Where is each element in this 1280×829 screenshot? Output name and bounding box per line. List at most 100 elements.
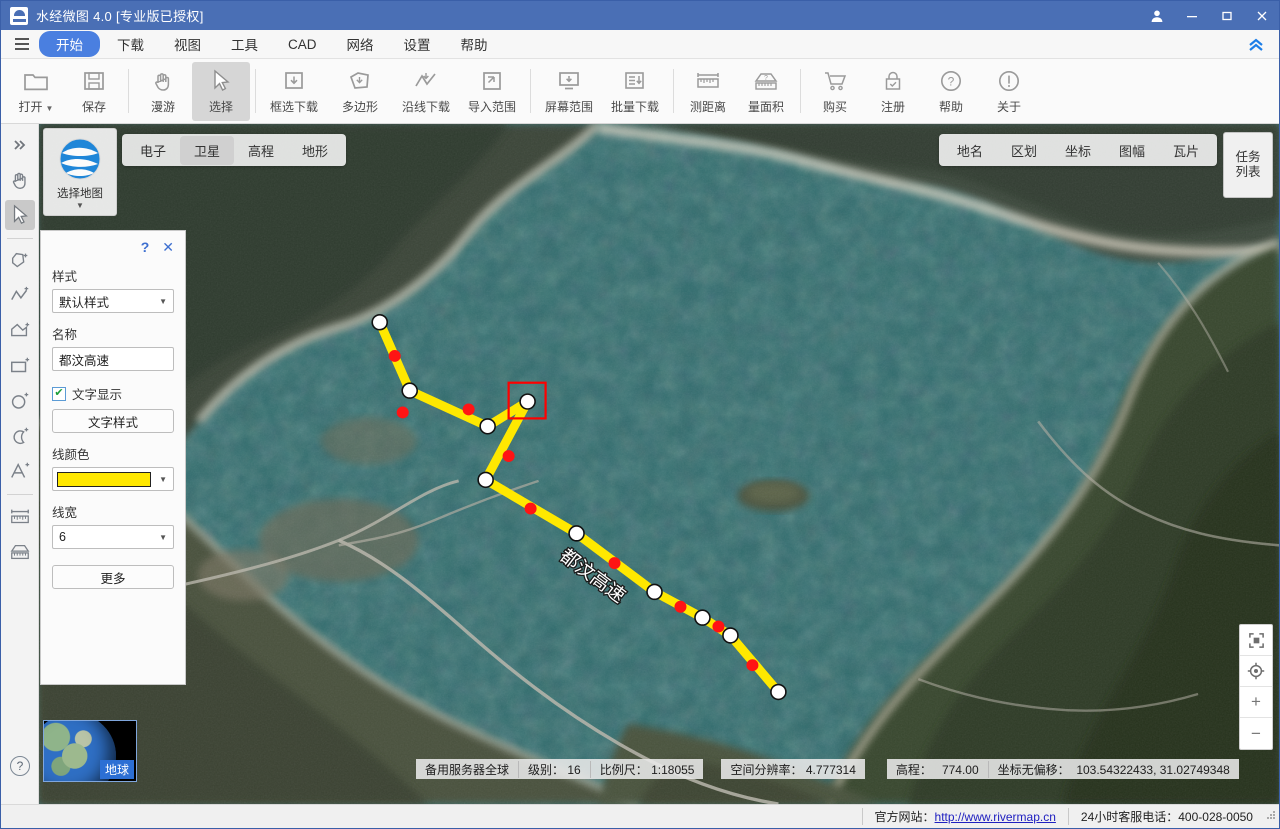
info-circle-icon <box>997 68 1021 95</box>
footer-bar: 官方网站：http://www.rivermap.cn 24小时客服电话：400… <box>1 804 1279 828</box>
resize-grip[interactable] <box>1265 810 1279 823</box>
fullscreen-button[interactable] <box>1240 625 1272 656</box>
menu-item-network[interactable]: 网络 <box>334 31 387 57</box>
ribbon-measure-area-button[interactable]: ? 量面积 <box>737 62 795 121</box>
overlay-layer-tabs: 地名 区划 坐标 图幅 瓦片 <box>938 134 1217 166</box>
official-site: 官方网站：http://www.rivermap.cn <box>861 808 1068 825</box>
ribbon-help-button[interactable]: ? 帮助 <box>922 62 980 121</box>
toolbar-divider <box>6 494 33 495</box>
expand-right-icon[interactable] <box>5 130 35 160</box>
ribbon-separator <box>673 69 674 113</box>
chevron-down-icon: ▼ <box>76 201 84 210</box>
add-polygon-tool[interactable] <box>5 246 35 276</box>
menu-item-tools[interactable]: 工具 <box>218 31 271 57</box>
ribbon-register-label: 注册 <box>880 99 905 114</box>
map-controls: + − <box>1239 624 1273 750</box>
menu-item-cad[interactable]: CAD <box>275 34 330 55</box>
text-display-label: 文字显示 <box>72 388 123 402</box>
text-display-checkbox-row[interactable]: 文字显示 <box>52 384 174 403</box>
text-display-checkbox[interactable] <box>52 386 66 401</box>
tab-map-sheets[interactable]: 图幅 <box>1105 136 1159 165</box>
user-icon[interactable] <box>1139 1 1174 30</box>
globe-earth-icon <box>59 138 101 180</box>
ribbon-about-button[interactable]: 关于 <box>980 62 1038 121</box>
ribbon-rect-download-button[interactable]: 框选下载 <box>261 62 327 121</box>
pan-tool[interactable] <box>5 165 35 195</box>
tab-elevation[interactable]: 高程 <box>234 136 288 165</box>
measure-area-tool[interactable] <box>5 537 35 567</box>
ribbon-pan-button[interactable]: 漫游 <box>134 62 192 121</box>
menu-item-start[interactable]: 开始 <box>39 31 100 57</box>
svg-text:?: ? <box>948 75 955 89</box>
tab-tiles[interactable]: 瓦片 <box>1159 136 1213 165</box>
text-style-button[interactable]: 文字样式 <box>52 409 174 433</box>
tab-electronic[interactable]: 电子 <box>126 136 180 165</box>
ribbon-measure-distance-label: 测距离 <box>689 99 726 114</box>
ribbon-polygon-button[interactable]: 多边形 <box>327 62 393 121</box>
ribbon-open-button[interactable]: 打开 ▼ <box>7 62 65 121</box>
hamburger-icon[interactable] <box>7 30 37 59</box>
app-title: 水经微图 4.0 [专业版已授权] <box>36 9 204 24</box>
style-label: 样式 <box>52 270 78 284</box>
ribbon-measure-area-label: 量面积 <box>747 99 784 114</box>
satellite-map-canvas[interactable]: 都汶高速 <box>39 124 1279 804</box>
tab-coordinates[interactable]: 坐标 <box>1051 136 1105 165</box>
measure-distance-tool[interactable] <box>5 502 35 532</box>
app-logo-icon <box>10 6 28 25</box>
panel-help-button[interactable]: ? <box>141 239 150 255</box>
minimize-icon[interactable] <box>1174 1 1209 30</box>
ribbon-screen-range-button[interactable]: 屏幕范围 <box>536 62 602 121</box>
ribbon-separator <box>800 69 801 113</box>
zoom-out-button[interactable]: − <box>1240 718 1272 749</box>
line-width-select[interactable]: 6 ▼ <box>52 525 174 549</box>
ribbon-select-label: 选择 <box>208 99 233 114</box>
menu-item-help[interactable]: 帮助 <box>448 31 501 57</box>
ribbon-separator <box>255 69 256 113</box>
panel-close-button[interactable]: ✕ <box>162 240 174 254</box>
menu-item-download[interactable]: 下载 <box>104 31 157 57</box>
menu-item-settings[interactable]: 设置 <box>391 31 444 57</box>
ribbon-polyline-download-button[interactable]: 沿线下载 <box>393 62 459 121</box>
globe-thumbnail[interactable]: 地球 <box>43 720 137 782</box>
ribbon-import-range-button[interactable]: 导入范围 <box>459 62 525 121</box>
zoom-in-button[interactable]: + <box>1240 687 1272 718</box>
add-rectangle-tool[interactable] <box>5 351 35 381</box>
name-label: 名称 <box>52 328 78 342</box>
official-site-link[interactable]: http://www.rivermap.cn <box>935 810 1056 824</box>
menu-item-view[interactable]: 视图 <box>161 31 214 57</box>
ribbon-save-button[interactable]: 保存 <box>65 62 123 121</box>
ribbon-buy-button[interactable]: 购买 <box>806 62 864 121</box>
help-circle-icon: ? <box>939 68 963 95</box>
hotline: 24小时客服电话：400-028-0050 <box>1067 808 1265 825</box>
locate-button[interactable] <box>1240 656 1272 687</box>
tab-satellite[interactable]: 卫星 <box>180 135 235 165</box>
line-width-label: 线宽 <box>52 506 78 520</box>
more-button[interactable]: 更多 <box>52 565 174 589</box>
close-icon[interactable] <box>1244 1 1279 30</box>
chevron-double-up-icon[interactable] <box>1243 34 1269 56</box>
select-map-button[interactable]: 选择地图 ▼ <box>43 128 117 216</box>
help-circle-icon[interactable]: ? <box>10 756 30 776</box>
add-text-tool[interactable] <box>5 456 35 486</box>
tab-terrain[interactable]: 地形 <box>288 136 342 165</box>
select-tool[interactable] <box>4 200 35 230</box>
chevron-down-icon: ▼ <box>45 103 54 113</box>
task-list-button[interactable]: 任务列表 <box>1223 132 1273 198</box>
add-polyline-tool[interactable] <box>5 281 35 311</box>
ribbon-select-button[interactable]: 选择 <box>192 61 250 121</box>
add-area-tool[interactable] <box>5 316 35 346</box>
ribbon-register-button[interactable]: 注册 <box>864 62 922 121</box>
add-arc-tool[interactable] <box>5 421 35 451</box>
ribbon-measure-distance-button[interactable]: 测距离 <box>679 62 737 121</box>
ribbon-batch-download-button[interactable]: 批量下载 <box>602 62 668 121</box>
line-color-select[interactable]: ▼ <box>52 467 174 491</box>
map-viewport[interactable]: 都汶高速 选择地图 ▼ 电子 卫星 高程 地形 地名 区划 坐标 图幅 瓦片 任… <box>39 124 1279 804</box>
chevron-down-icon: ▼ <box>159 532 167 542</box>
base-layer-tabs: 电子 卫星 高程 地形 <box>122 134 347 166</box>
style-select[interactable]: 默认样式 ▼ <box>52 289 174 313</box>
name-input[interactable] <box>52 347 174 371</box>
tab-districts[interactable]: 区划 <box>997 136 1051 165</box>
tab-placenames[interactable]: 地名 <box>943 136 997 165</box>
add-circle-tool[interactable] <box>5 386 35 416</box>
maximize-icon[interactable] <box>1209 1 1244 30</box>
